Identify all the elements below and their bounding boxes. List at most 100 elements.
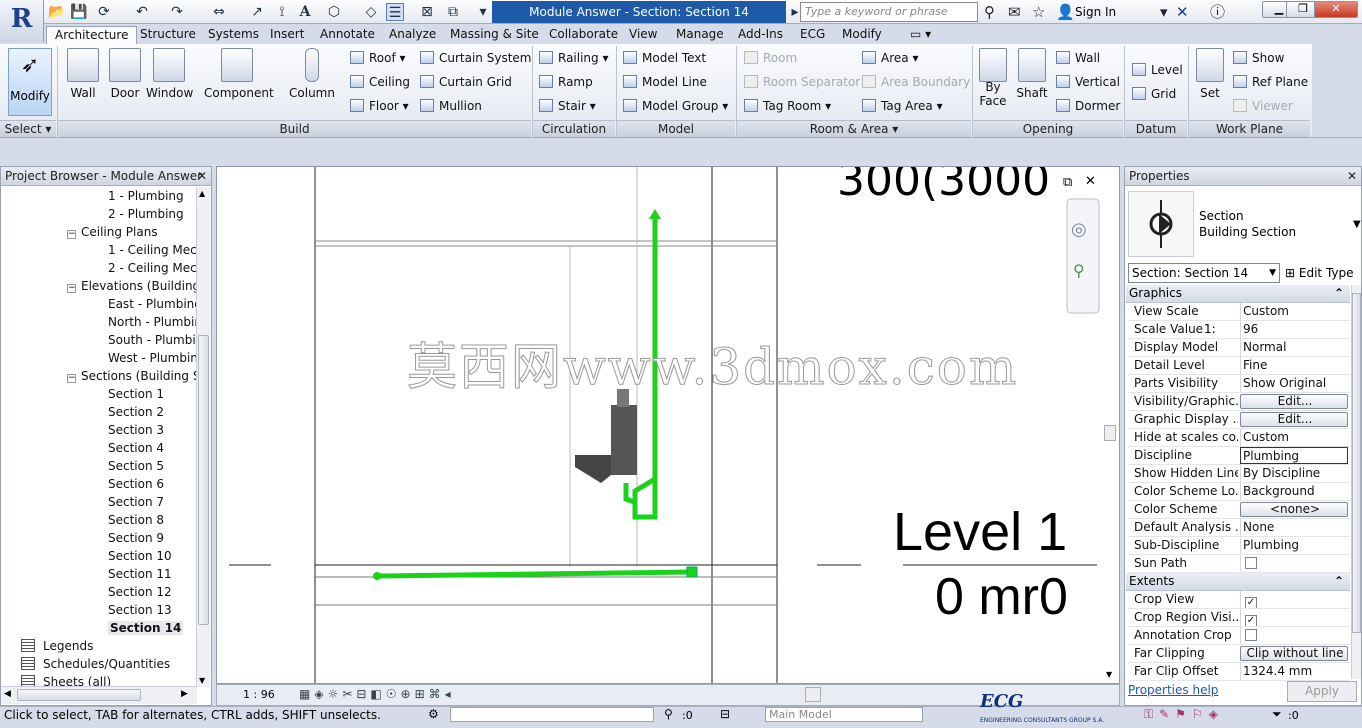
browser-view-item[interactable]: 2 - Ceiling Mech: [108, 259, 197, 277]
floor-button[interactable]: Floor ▾: [350, 98, 409, 114]
view-restore-icon[interactable]: ⧉: [1063, 175, 1072, 190]
browser-view-item[interactable]: Section 12: [108, 583, 172, 601]
property-value[interactable]: Plumbing: [1240, 447, 1348, 464]
browser-hscrollbar[interactable]: ◀ ▶: [1, 686, 197, 704]
type-selector-arrow[interactable]: ▼: [1353, 219, 1361, 230]
collapse-icon[interactable]: −: [67, 374, 76, 383]
canvas-vscroll-thumb[interactable]: [1104, 425, 1116, 441]
browser-view-item[interactable]: Section 2: [108, 403, 164, 421]
level-button[interactable]: Level: [1132, 62, 1183, 78]
search-input[interactable]: Type a keyword or phrase: [800, 2, 978, 22]
browser-view-item[interactable]: 1 - Ceiling Mech: [108, 241, 197, 259]
browser-view-item[interactable]: Section 6: [108, 475, 164, 493]
browser-category[interactable]: Legends: [21, 637, 93, 655]
text-icon[interactable]: A: [296, 3, 314, 21]
property-value[interactable]: Normal: [1240, 339, 1348, 356]
room-button[interactable]: Room: [744, 50, 797, 66]
subscription-icon[interactable]: ✉: [1008, 3, 1021, 21]
window-button[interactable]: Window: [146, 48, 193, 100]
property-checkbox-cell[interactable]: ✓: [1240, 591, 1348, 608]
model-line-button[interactable]: Model Line: [623, 74, 707, 90]
modify-button[interactable]: ➶ Modify: [8, 48, 52, 116]
tab-architecture[interactable]: Architecture: [46, 26, 138, 44]
tab-manage[interactable]: Manage: [676, 26, 724, 44]
property-value[interactable]: Custom: [1240, 303, 1348, 320]
model-text-button[interactable]: Model Text: [623, 50, 706, 66]
browser-view-item[interactable]: Section 4: [108, 439, 164, 457]
shaft-button[interactable]: Shaft: [1014, 48, 1050, 100]
scroll-down-icon[interactable]: ▼: [199, 676, 205, 685]
ceiling-button[interactable]: Ceiling: [350, 74, 410, 90]
scroll-up-icon[interactable]: ▲: [199, 189, 205, 198]
browser-category[interactable]: Sheets (all): [21, 673, 111, 687]
tag-room-button[interactable]: Tag Room ▾: [744, 98, 831, 114]
browser-view-item[interactable]: Section 9: [108, 529, 164, 547]
dormer-button[interactable]: Dormer: [1056, 98, 1120, 114]
edit-type-button[interactable]: ⊞ Edit Type: [1285, 264, 1354, 282]
dimension-icon[interactable]: ↗: [248, 3, 266, 21]
binoculars-icon[interactable]: ⚲: [984, 3, 995, 21]
model-group-button[interactable]: Model Group ▾: [623, 98, 728, 114]
tag-icon[interactable]: ⟟: [273, 3, 291, 21]
property-value[interactable]: Background: [1240, 483, 1348, 500]
property-checkbox-cell[interactable]: ✓: [1240, 609, 1348, 626]
tab-insert[interactable]: Insert: [270, 26, 304, 44]
grid-button[interactable]: Grid: [1132, 86, 1176, 102]
view-control-icons[interactable]: ▦◈☼✂⊟◧☉⊕⊞⌘◂: [299, 687, 455, 701]
property-value[interactable]: Custom: [1240, 429, 1348, 446]
tab-modify[interactable]: Modify: [842, 26, 882, 44]
browser-group[interactable]: − Ceiling Plans: [67, 223, 158, 241]
ramp-button[interactable]: Ramp: [539, 74, 593, 90]
canvas-vscroll[interactable]: ▼: [1104, 175, 1118, 681]
browser-view-item[interactable]: North - Plumbing: [108, 313, 197, 331]
steering-wheel-icon[interactable]: ◎: [1071, 219, 1087, 240]
section-icon[interactable]: ◇: [362, 3, 380, 21]
checkbox[interactable]: [1245, 629, 1257, 641]
tab-analyze[interactable]: Analyze: [389, 26, 436, 44]
scrollbar-thumb[interactable]: [198, 335, 209, 625]
drawing-canvas[interactable]: 300(3000 ⧉ ✕ ◎ ⚲ Level 1 0 mr0 莫西网www.3d…: [216, 166, 1120, 684]
browser-view-item[interactable]: Section 7: [108, 493, 164, 511]
browser-view-item[interactable]: 1 - Plumbing: [108, 187, 184, 205]
collapse-group-icon[interactable]: ⌃: [1334, 573, 1344, 590]
favorites-star-icon[interactable]: ☆: [1032, 3, 1045, 21]
browser-view-item[interactable]: Section 10: [108, 547, 172, 565]
user-icon[interactable]: 👤: [1056, 3, 1075, 21]
collapse-group-icon[interactable]: ⌃: [1334, 285, 1344, 302]
browser-group[interactable]: − Sections (Building Se: [67, 367, 197, 385]
show-button[interactable]: Show: [1233, 50, 1284, 66]
undo-icon[interactable]: ↶: [133, 3, 151, 21]
wall-button[interactable]: Wall: [64, 48, 102, 100]
property-value[interactable]: None: [1240, 519, 1348, 536]
ref-plane-button[interactable]: Ref Plane: [1233, 74, 1308, 90]
view-close-icon[interactable]: ✕: [1085, 174, 1096, 189]
browser-view-item[interactable]: Section 5: [108, 457, 164, 475]
area-button[interactable]: Area ▾: [862, 50, 918, 66]
design-options-icon[interactable]: ⊟: [720, 707, 730, 722]
chevron-down-icon[interactable]: ▾: [1160, 3, 1168, 21]
collapse-icon[interactable]: −: [67, 230, 76, 239]
close-hidden-icon[interactable]: ⊠: [418, 3, 436, 21]
properties-help-link[interactable]: Properties help: [1128, 683, 1218, 697]
tab-collaborate[interactable]: Collaborate: [549, 26, 618, 44]
browser-view-item[interactable]: Section 11: [108, 565, 172, 583]
help-icon[interactable]: ⓘ: [1210, 3, 1225, 21]
close-button[interactable]: ✕: [1314, 1, 1358, 18]
instance-selector[interactable]: Section: Section 14 ▼: [1128, 263, 1280, 283]
scale-selector[interactable]: 1 : 96: [243, 688, 275, 701]
property-value[interactable]: 1324.4 mm: [1240, 663, 1348, 680]
scroll-right-icon[interactable]: ▶: [181, 689, 188, 699]
wall-opening-button[interactable]: Wall: [1056, 50, 1100, 66]
checkbox[interactable]: ✓: [1245, 597, 1257, 608]
thin-lines-icon[interactable]: ☰: [386, 3, 404, 21]
browser-view-item[interactable]: South - Plumbing: [108, 331, 197, 349]
tag-area-button[interactable]: Tag Area ▾: [862, 98, 943, 114]
roof-button[interactable]: Roof ▾: [350, 50, 406, 66]
property-edit-button[interactable]: Edit...: [1240, 394, 1348, 409]
vertical-opening-button[interactable]: Vertical: [1056, 74, 1120, 90]
property-checkbox-cell[interactable]: [1240, 555, 1348, 572]
browser-view-item[interactable]: East - Plumbing: [108, 295, 197, 313]
property-group-header[interactable]: Graphics ⌃: [1126, 285, 1350, 303]
canvas-hscroll-thumb[interactable]: [805, 687, 821, 702]
column-button[interactable]: Column: [288, 48, 336, 100]
